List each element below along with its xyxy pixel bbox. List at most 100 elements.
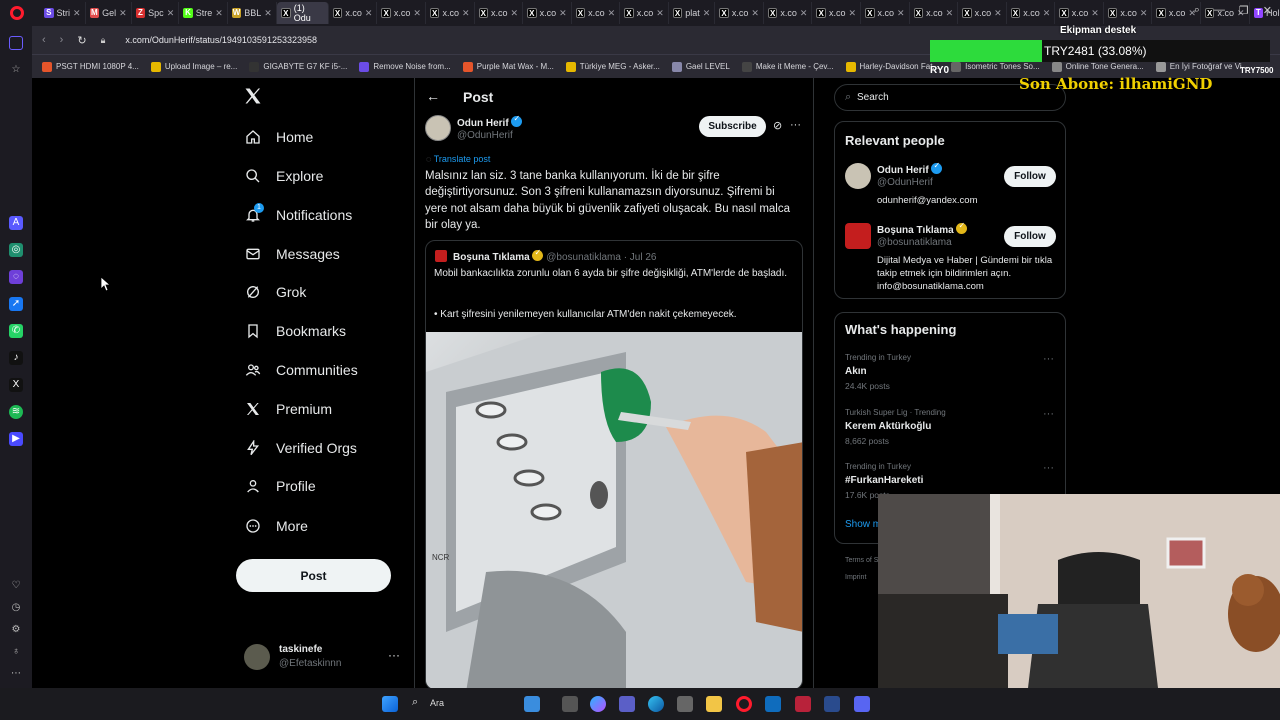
close-tab-icon[interactable]: ✕ bbox=[167, 8, 175, 19]
author-avatar[interactable] bbox=[425, 115, 451, 141]
search-input[interactable]: Search bbox=[857, 92, 889, 103]
file-explorer-icon[interactable] bbox=[706, 696, 722, 712]
close-tab-icon[interactable]: ✕ bbox=[1043, 8, 1051, 19]
lightbulb-icon[interactable]: ♁ bbox=[9, 645, 23, 659]
bookmark-item[interactable]: Online Tone Genera... bbox=[1051, 61, 1144, 72]
author-handle[interactable]: @OdunHerif bbox=[457, 130, 513, 141]
maximize-button[interactable]: ❐ bbox=[1239, 4, 1249, 17]
store-icon[interactable] bbox=[677, 696, 693, 712]
windows-start-icon[interactable] bbox=[382, 696, 398, 712]
bookmark-item[interactable]: PSGT HDMI 1080P 4... bbox=[42, 61, 139, 72]
whatsapp-icon[interactable]: ✆ bbox=[9, 324, 23, 338]
close-tab-icon[interactable]: ✕ bbox=[1091, 8, 1099, 19]
browser-tab[interactable]: Xx.co ✕ bbox=[958, 2, 1007, 24]
browser-tab[interactable]: Xx.co ✕ bbox=[1007, 2, 1056, 24]
history-icon[interactable]: ◷ bbox=[9, 601, 23, 615]
more-dots-icon[interactable]: ··· bbox=[790, 119, 801, 131]
back-button[interactable]: ‹ bbox=[42, 34, 46, 46]
nav-item-explore[interactable]: Explore bbox=[244, 162, 323, 190]
close-tab-icon[interactable]: ✕ bbox=[1140, 8, 1148, 19]
grok-explain-icon[interactable]: ⊘ bbox=[773, 119, 782, 132]
close-tab-icon[interactable]: ✕ bbox=[73, 8, 81, 19]
outlook-icon[interactable] bbox=[765, 696, 781, 712]
browser-tab[interactable]: Xx.co ✕ bbox=[1055, 2, 1104, 24]
task-view-icon[interactable] bbox=[562, 696, 578, 712]
nav-item-grok[interactable]: Grok bbox=[244, 278, 306, 306]
translate-post-link[interactable]: ◌ Translate post bbox=[426, 154, 490, 164]
bookmark-item[interactable]: GIGABYTE G7 KF i5-... bbox=[249, 61, 347, 72]
close-tab-icon[interactable]: ✕ bbox=[703, 8, 711, 19]
bookmark-item[interactable]: Make it Meme - Çev... bbox=[741, 61, 834, 72]
bookmark-item[interactable]: Isometric Tones So... bbox=[951, 61, 1040, 72]
edge-icon[interactable] bbox=[648, 696, 664, 712]
heart-icon[interactable]: ♡ bbox=[9, 579, 23, 593]
subscribe-button[interactable]: Subscribe bbox=[699, 116, 766, 137]
discord-icon[interactable] bbox=[854, 696, 870, 712]
browser-tab[interactable]: Xx.co ✕ bbox=[329, 2, 378, 24]
close-tab-icon[interactable]: ✕ bbox=[215, 8, 223, 19]
forward-button[interactable]: › bbox=[60, 34, 64, 46]
winrar-icon[interactable] bbox=[795, 696, 811, 712]
browser-tab[interactable]: Xx.co ✕ bbox=[812, 2, 862, 24]
close-tab-icon[interactable]: ✕ bbox=[264, 8, 272, 19]
author-name-row[interactable]: Odun Herif bbox=[457, 114, 523, 129]
tiktok-icon[interactable]: ♪ bbox=[9, 351, 23, 365]
opera-logo-icon[interactable] bbox=[10, 6, 24, 20]
atm-photo[interactable]: NCR bbox=[426, 332, 802, 689]
browser-tab[interactable]: Xplat ✕ bbox=[669, 2, 716, 24]
home-icon[interactable] bbox=[9, 36, 23, 50]
person-name-row[interactable]: Boşuna Tıklama bbox=[877, 221, 968, 236]
reload-button[interactable]: ↻ bbox=[77, 34, 86, 47]
player-icon[interactable]: ▶ bbox=[9, 432, 23, 446]
opera-icon[interactable] bbox=[736, 696, 752, 712]
url-field[interactable]: x.com/OdunHerif/status/19491035912533239… bbox=[125, 35, 317, 45]
spotify-icon[interactable]: ≋ bbox=[9, 405, 23, 419]
nav-item-bookmarks[interactable]: Bookmarks bbox=[244, 317, 346, 345]
close-tab-icon[interactable]: ✕ bbox=[559, 8, 567, 19]
messenger-icon[interactable]: ➚ bbox=[9, 297, 23, 311]
close-tab-icon[interactable]: ✕ bbox=[897, 8, 905, 19]
browser-tab[interactable]: Xx.co ✕ bbox=[764, 2, 813, 24]
close-tab-icon[interactable]: ✕ bbox=[119, 8, 127, 19]
browser-tab[interactable]: Xx.co ✕ bbox=[1104, 2, 1153, 24]
more-dots-icon[interactable]: ··· bbox=[388, 648, 400, 662]
more-dots-icon[interactable]: ⋯ bbox=[9, 667, 23, 681]
close-tab-icon[interactable]: ✕ bbox=[462, 8, 470, 19]
minimize-button[interactable]: — bbox=[1214, 4, 1225, 17]
aria-icon[interactable]: A bbox=[9, 216, 23, 230]
footer-imprint-link[interactable]: Imprint bbox=[845, 574, 866, 581]
follow-button[interactable]: Follow bbox=[1004, 226, 1056, 247]
x-logo-icon[interactable] bbox=[243, 86, 263, 112]
browser-tab[interactable]: W BBL ✕ bbox=[228, 2, 277, 24]
nav-item-verified-orgs[interactable]: Verified Orgs bbox=[244, 434, 357, 462]
close-window-button[interactable]: ✕ bbox=[1263, 4, 1272, 17]
browser-tab[interactable]: Z Spc ✕ bbox=[132, 2, 180, 24]
follow-button[interactable]: Follow bbox=[1004, 166, 1056, 187]
bookmark-item[interactable]: En İyi Fotoğraf ve Vi... bbox=[1155, 61, 1248, 72]
star-icon[interactable]: ☆ bbox=[9, 63, 23, 77]
close-tab-icon[interactable]: ✕ bbox=[365, 8, 373, 19]
person-avatar[interactable] bbox=[845, 163, 871, 189]
browser-tab[interactable]: Xx.co ✕ bbox=[475, 2, 524, 24]
extension-icon[interactable]: ◌ bbox=[9, 270, 23, 284]
browser-tab[interactable]: M Gel ✕ bbox=[86, 2, 132, 24]
browser-tab[interactable]: Xx.co ✕ bbox=[426, 2, 475, 24]
person-avatar[interactable] bbox=[845, 223, 871, 249]
back-arrow-icon[interactable]: ← bbox=[426, 88, 440, 104]
close-tab-icon[interactable]: ✕ bbox=[800, 8, 808, 19]
browser-tab[interactable]: Xx.co ✕ bbox=[715, 2, 764, 24]
nav-item-premium[interactable]: Premium bbox=[244, 395, 332, 423]
close-tab-icon[interactable]: ✕ bbox=[994, 8, 1002, 19]
browser-tab[interactable]: X (1) Odu bbox=[276, 2, 329, 24]
nav-item-more[interactable]: More bbox=[244, 512, 308, 540]
show-more-link[interactable]: Show m bbox=[845, 519, 881, 530]
bookmark-item[interactable]: Gael LEVEL bbox=[671, 61, 730, 72]
close-tab-icon[interactable]: ✕ bbox=[511, 8, 519, 19]
search-tabs-icon[interactable]: ⌕ bbox=[1194, 4, 1200, 17]
nav-item-communities[interactable]: Communities bbox=[244, 356, 358, 384]
copilot-icon[interactable] bbox=[590, 696, 606, 712]
widgets-icon[interactable] bbox=[524, 696, 540, 712]
browser-tab[interactable]: K Stre ✕ bbox=[179, 2, 228, 24]
browser-tab[interactable]: Xx.co ✕ bbox=[910, 2, 959, 24]
settings-icon[interactable]: ⚙ bbox=[9, 623, 23, 637]
